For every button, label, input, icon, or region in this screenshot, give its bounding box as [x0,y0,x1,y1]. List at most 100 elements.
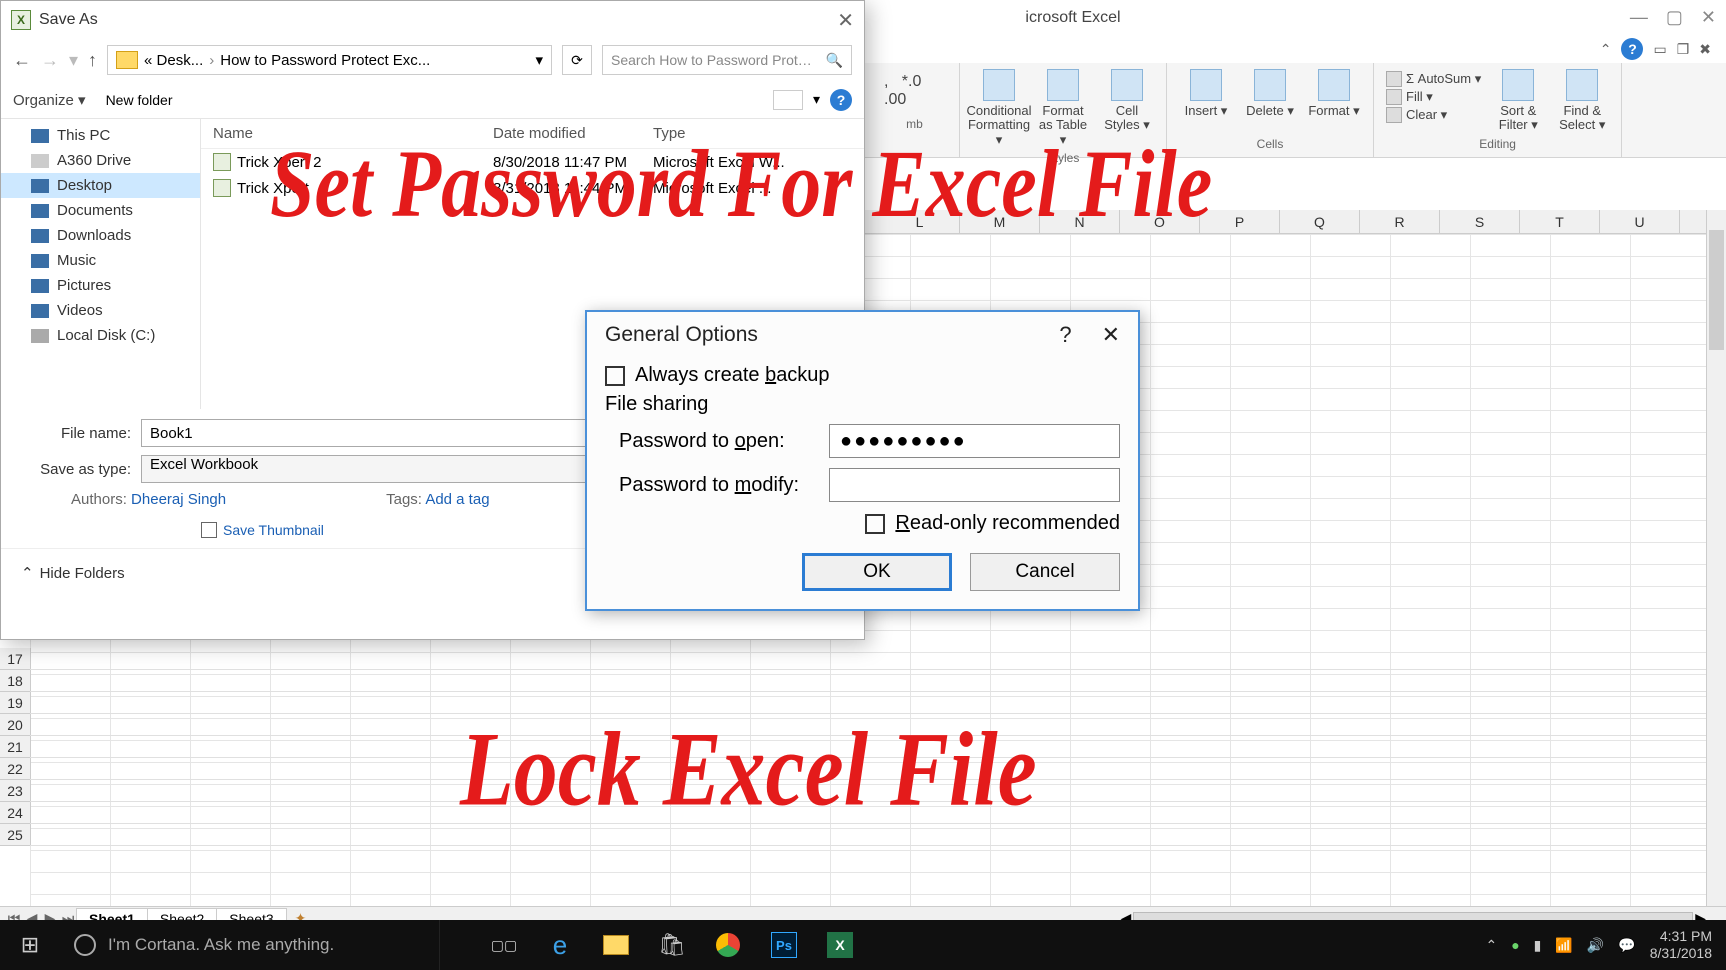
autosum-button[interactable]: Σ AutoSum ▾ [1386,71,1481,87]
minimize-icon[interactable]: — [1630,7,1648,28]
password-open-input[interactable] [829,424,1120,458]
row-header[interactable]: 25 [0,824,30,846]
row-header[interactable]: 20 [0,714,30,736]
insert-button[interactable]: Insert ▾ [1175,67,1237,120]
tree-item-a360[interactable]: A360 Drive [1,148,200,173]
tray-sync-icon[interactable]: ● [1511,937,1519,953]
row-header[interactable]: 17 [0,648,30,670]
tray-battery-icon[interactable]: ▮ [1534,937,1542,954]
ribbon-caret-icon[interactable]: ⌃ [1600,41,1612,58]
password-open-label: Password to open: [619,430,829,453]
col-header[interactable]: U [1600,210,1680,233]
ok-button[interactable]: OK [802,553,952,591]
breadcrumb[interactable]: « Desk... › How to Password Protect Exc.… [107,45,552,75]
folder-tree[interactable]: This PC A360 Drive Desktop Documents Dow… [1,119,201,409]
save-thumbnail-checkbox[interactable] [201,522,217,538]
row-header[interactable]: 18 [0,670,30,692]
search-input[interactable]: Search How to Password Prot… 🔍 [602,45,852,75]
maximize-icon[interactable]: ▢ [1666,7,1683,28]
tree-item-music[interactable]: Music [1,248,200,273]
nav-recent-icon[interactable]: ▾ [69,50,78,71]
readonly-checkbox[interactable] [865,514,885,534]
tags-value[interactable]: Add a tag [425,491,489,508]
excel-file-icon: X [11,10,31,30]
start-button[interactable]: ⊞ [0,920,60,970]
close-icon[interactable]: ✕ [837,8,854,33]
ribbon-group-editing: Editing [1479,135,1516,153]
tree-item-desktop[interactable]: Desktop [1,173,200,198]
col-header[interactable]: R [1360,210,1440,233]
tray-wifi-icon[interactable]: 📶 [1555,937,1572,954]
store-icon[interactable]: 🛍 [648,925,696,965]
new-folder-button[interactable]: New folder [106,92,173,108]
file-explorer-icon[interactable] [592,925,640,965]
row-header[interactable]: 19 [0,692,30,714]
row-header[interactable]: 24 [0,802,30,824]
sort-filter-button[interactable]: Sort & Filter ▾ [1487,67,1549,135]
view-mode-icon[interactable] [773,90,803,110]
tree-item-downloads[interactable]: Downloads [1,223,200,248]
tree-item-this-pc[interactable]: This PC [1,123,200,148]
row-header[interactable]: 22 [0,758,30,780]
delete-button[interactable]: Delete ▾ [1239,67,1301,120]
excel-taskbar-icon[interactable]: X [816,925,864,965]
hide-folders-button[interactable]: ⌃Hide Folders [21,564,125,582]
cell-styles-button[interactable]: Cell Styles ▾ [1096,67,1158,135]
cancel-button[interactable]: Cancel [970,553,1120,591]
dialog-title: Save As [39,11,98,29]
tray-up-icon[interactable]: ⌃ [1485,937,1497,954]
photoshop-icon[interactable]: Ps [760,925,808,965]
view-dropdown-icon[interactable]: ▾ [813,91,820,108]
nav-up-icon[interactable]: ↑ [88,50,97,71]
ribbon-restore-icon[interactable]: ❐ [1677,41,1690,58]
tags-label: Tags: [386,491,422,508]
find-select-button[interactable]: Find & Select ▾ [1551,67,1613,135]
edge-icon[interactable]: e [536,925,584,965]
nav-back-icon[interactable]: ← [13,50,31,71]
authors-label: Authors: [71,491,127,508]
help-icon[interactable]: ? [1621,38,1643,60]
file-name-label: File name: [21,425,131,442]
search-icon: 🔍 [826,52,843,69]
ribbon-min-icon[interactable]: ▭ [1653,41,1666,58]
backup-label: Always create backup [635,364,830,387]
nav-forward-icon[interactable]: → [41,50,59,71]
chrome-icon[interactable] [704,925,752,965]
cortana-search[interactable]: I'm Cortana. Ask me anything. [60,920,440,970]
tree-item-documents[interactable]: Documents [1,198,200,223]
col-header[interactable]: Q [1280,210,1360,233]
dialog-title: General Options [605,323,758,347]
annotation-set-password: Set Password For Excel File [270,131,1212,240]
tray-volume-icon[interactable]: 🔊 [1587,937,1604,954]
password-modify-label: Password to modify: [619,474,829,497]
excel-file-icon [213,153,231,171]
cortana-icon [74,934,96,956]
authors-value[interactable]: Dheeraj Singh [131,491,226,508]
tree-item-videos[interactable]: Videos [1,298,200,323]
help-icon[interactable]: ? [1059,322,1071,348]
tree-item-pictures[interactable]: Pictures [1,273,200,298]
col-header[interactable]: S [1440,210,1520,233]
backup-checkbox[interactable] [605,366,625,386]
row-header[interactable]: 21 [0,736,30,758]
ribbon-close-icon[interactable]: ✖ [1699,41,1711,58]
vertical-scrollbar[interactable] [1706,210,1726,906]
password-modify-input[interactable] [829,468,1120,502]
taskbar-clock[interactable]: 4:31 PM 8/31/2018 [1650,928,1712,962]
refresh-icon[interactable]: ⟳ [562,45,592,75]
readonly-label: Read-only recommended [895,512,1120,535]
organize-button[interactable]: Organize ▾ [13,91,86,109]
close-icon[interactable]: ✕ [1701,7,1716,28]
close-icon[interactable]: ✕ [1102,322,1120,348]
task-view-icon[interactable]: ▢▢ [480,925,528,965]
save-thumbnail-label: Save Thumbnail [223,522,324,538]
col-header[interactable]: T [1520,210,1600,233]
format-button[interactable]: Format ▾ [1303,67,1365,120]
help-icon[interactable]: ? [830,89,852,111]
clear-button[interactable]: Clear ▾ [1386,107,1481,123]
tree-item-local-disk[interactable]: Local Disk (C:) [1,323,200,348]
fill-button[interactable]: Fill ▾ [1386,89,1481,105]
row-header[interactable]: 23 [0,780,30,802]
tray-notifications-icon[interactable]: 💬 [1618,937,1635,954]
annotation-lock-excel: Lock Excel File [460,710,1037,831]
